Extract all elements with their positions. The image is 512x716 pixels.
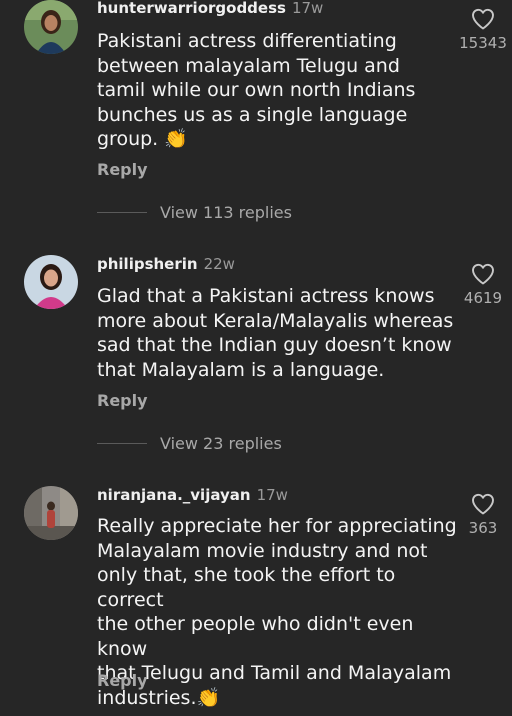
username[interactable]: philipsherin — [97, 255, 198, 273]
avatar[interactable] — [24, 255, 78, 309]
username[interactable]: niranjana._vijayan — [97, 486, 251, 504]
username-line: niranjana._vijayan 17w — [97, 486, 288, 504]
comment-text: Glad that a Pakistani actress knows more… — [97, 285, 454, 381]
username-line: philipsherin 22w — [97, 255, 235, 273]
like-button[interactable]: 15343 — [458, 8, 508, 52]
replies-divider — [97, 442, 147, 444]
heart-outline-icon — [472, 8, 494, 30]
view-replies-label: View 113 replies — [160, 202, 292, 222]
like-button[interactable]: 363 — [458, 493, 508, 537]
reply-button[interactable]: Reply — [97, 671, 148, 690]
view-replies-label: View 23 replies — [160, 433, 282, 453]
heart-outline-icon — [472, 493, 494, 515]
heart-outline-icon — [472, 263, 494, 285]
replies-divider — [97, 211, 147, 213]
reply-button[interactable]: Reply — [97, 160, 148, 179]
view-replies-button[interactable]: View 23 replies — [97, 433, 282, 453]
comment-time: 17w — [256, 486, 288, 504]
avatar[interactable] — [24, 486, 78, 540]
like-button[interactable]: 4619 — [458, 263, 508, 307]
comment-text: Pakistani actress differentiating betwee… — [97, 30, 416, 150]
username[interactable]: hunterwarriorgoddess — [97, 0, 286, 17]
view-replies-button[interactable]: View 113 replies — [97, 202, 292, 222]
avatar[interactable] — [24, 0, 78, 54]
like-count: 15343 — [459, 34, 507, 52]
comment-time: 22w — [203, 255, 235, 273]
comment-text: Really appreciate her for appreciating M… — [97, 515, 457, 709]
comment-time: 17w — [291, 0, 324, 17]
username-line: hunterwarriorgoddess 17w — [97, 0, 323, 17]
like-count: 4619 — [463, 289, 503, 307]
reply-button[interactable]: Reply — [97, 391, 148, 410]
like-count: 363 — [468, 519, 498, 537]
